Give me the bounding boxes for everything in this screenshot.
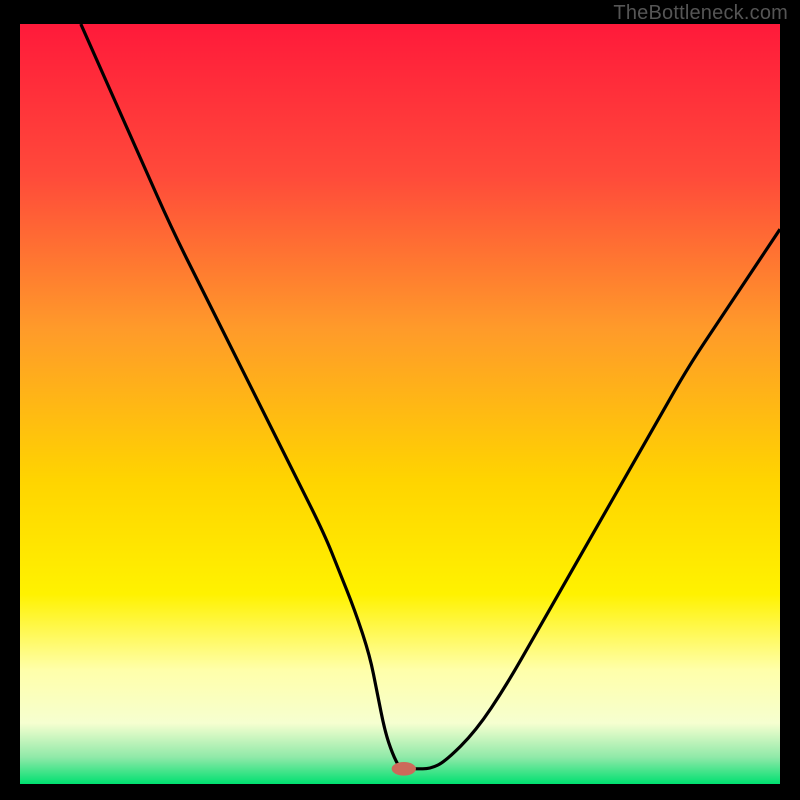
watermark-text: TheBottleneck.com: [613, 2, 788, 25]
bottleneck-marker: [392, 762, 416, 776]
chart-svg: [20, 24, 780, 784]
plot-frame: [20, 24, 780, 784]
chart-container: TheBottleneck.com: [0, 0, 800, 800]
